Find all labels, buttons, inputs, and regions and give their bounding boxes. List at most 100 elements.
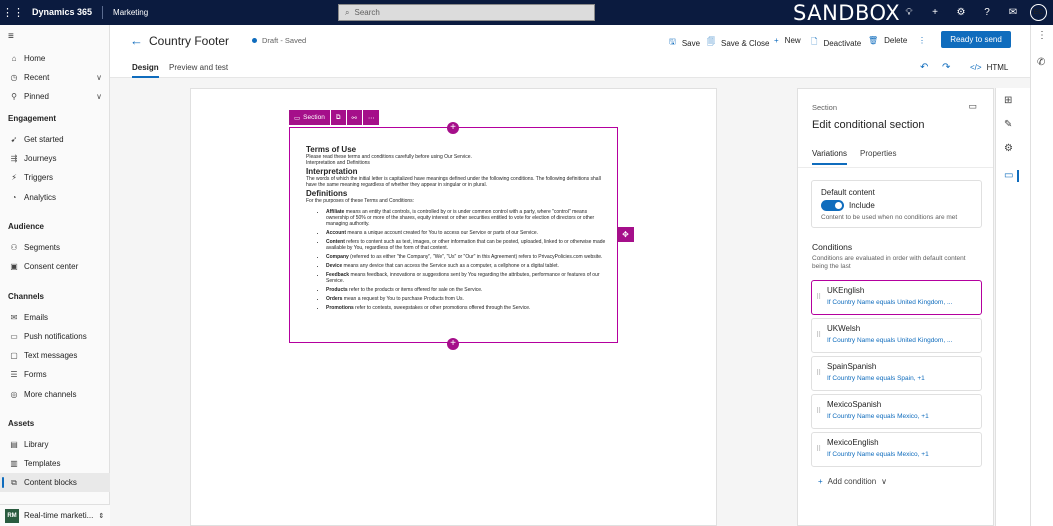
drag-handle-icon[interactable]: ⠿ xyxy=(816,293,821,301)
drag-handle-icon[interactable]: ⠿ xyxy=(816,407,821,415)
gear-icon[interactable]: ⚙ xyxy=(948,7,974,18)
tab-properties[interactable]: Properties xyxy=(860,149,896,158)
sidebar-item-analytics[interactable]: ◔ Analytics xyxy=(0,188,110,207)
paragraph: Interpretation and Definitions xyxy=(306,160,370,166)
sidebar-item-triggers[interactable]: ⚡︎ Triggers xyxy=(0,168,110,187)
condition-item[interactable]: ⠿ MexicoEnglish If Country Name equals Mex… xyxy=(811,432,982,467)
paragraph: For the purposes of these Terms and Cond… xyxy=(306,198,415,204)
new-button[interactable]: + New xyxy=(774,36,801,45)
chevron-updown-icon: ⇕ xyxy=(98,512,105,520)
app-launcher-icon[interactable]: ⋮⋮ xyxy=(0,0,26,25)
sidebar-item-label: Library xyxy=(24,440,49,449)
add-element-icon[interactable]: ⊞ xyxy=(1004,95,1012,106)
properties-panel-icon[interactable]: ▭ xyxy=(1004,170,1013,181)
hamburger-icon[interactable]: ≡ xyxy=(8,31,14,42)
segments-icon: ⚇ xyxy=(10,243,18,252)
condition-rule[interactable]: If Country Name equals Mexico, +1 xyxy=(827,451,981,458)
search-input[interactable]: ⌕ Search xyxy=(338,4,595,21)
delete-button[interactable]: 🗑︎ Delete xyxy=(868,36,907,45)
sidebar-item-text-messages[interactable]: ▢ Text messages xyxy=(0,346,110,365)
phone-icon[interactable]: ✆ xyxy=(1037,57,1045,68)
list-item: Content refers to content such as text, … xyxy=(326,239,606,251)
back-arrow-icon[interactable]: ← xyxy=(130,33,143,48)
sidebar-item-journeys[interactable]: ⇶ Journeys xyxy=(0,149,110,168)
copy-section-button[interactable]: ⧉ xyxy=(330,110,346,125)
lightbulb-icon[interactable]: 💡︎ xyxy=(896,7,922,18)
conditional-icon: ⚯ xyxy=(351,114,357,122)
chevron-down-icon: ∨ xyxy=(96,73,102,82)
help-icon[interactable]: ? xyxy=(974,7,1000,18)
save-close-button[interactable]: 🗐︎ Save & Close xyxy=(707,36,769,50)
tab-preview-and-test[interactable]: Preview and test xyxy=(169,63,228,72)
redo-icon[interactable]: ↷ xyxy=(942,62,950,73)
code-icon: </> xyxy=(970,63,982,72)
tab-variations[interactable]: Variations xyxy=(812,149,847,165)
sidebar-item-segments[interactable]: ⚇ Segments xyxy=(0,238,110,257)
add-condition-button[interactable]: + Add condition ∨ xyxy=(818,477,887,486)
sidebar-item-home[interactable]: ⌂ Home xyxy=(0,49,110,68)
drag-handle-icon[interactable]: ⠿ xyxy=(816,445,821,453)
add-above-icon[interactable]: + xyxy=(447,122,459,134)
sidebar-item-library[interactable]: ▤ Library xyxy=(0,435,110,454)
sidebar-item-push-notifications[interactable]: ▭ Push notifications xyxy=(0,327,110,346)
panel-toggle-icon[interactable]: ▭ xyxy=(968,101,977,112)
plus-icon[interactable]: + xyxy=(922,7,948,18)
condition-item[interactable]: ⠿ UKEnglish If Country Name equals United … xyxy=(811,280,982,315)
condition-name: UKWelsh xyxy=(827,324,861,333)
undo-icon[interactable]: ↶ xyxy=(920,62,928,73)
tab-design[interactable]: Design xyxy=(132,63,159,78)
condition-rule[interactable]: If Country Name equals Mexico, +1 xyxy=(827,413,981,420)
sidebar-item-recent[interactable]: ◷ Recent ∨ xyxy=(0,68,110,87)
condition-rule[interactable]: If Country Name equals United Kingdom, .… xyxy=(827,337,981,344)
add-below-icon[interactable]: + xyxy=(447,338,459,350)
sidebar-item-consent-center[interactable]: ▣ Consent center xyxy=(0,257,110,276)
heading-definitions: Definitions xyxy=(306,189,348,198)
sidebar-item-get-started[interactable]: ➹ Get started xyxy=(0,130,110,149)
sidebar-item-more-channels[interactable]: ◎ More channels xyxy=(0,385,110,404)
more-channels-icon: ◎ xyxy=(10,390,18,399)
more-icon[interactable]: ⋮ xyxy=(1037,30,1047,41)
section-label-button[interactable]: ▭ Section xyxy=(289,110,330,125)
sidebar-item-templates[interactable]: ▥ Templates xyxy=(0,454,110,473)
condition-rule[interactable]: If Country Name equals Spain, +1 xyxy=(827,375,981,382)
push-icon: ▭ xyxy=(10,332,18,341)
add-condition-label: Add condition xyxy=(827,477,877,486)
html-button[interactable]: </> HTML xyxy=(970,63,1008,72)
area-switcher[interactable]: RM Real-time marketi... ⇕ xyxy=(0,504,110,526)
sidebar-item-label: Content blocks xyxy=(24,478,77,487)
settings-icon[interactable]: ⚙ xyxy=(1004,143,1013,154)
list-item: Products refer to the products or items … xyxy=(326,287,606,293)
condition-item[interactable]: ⠿ MexicoSpanish If Country Name equals Mex… xyxy=(811,394,982,429)
condition-rule[interactable]: If Country Name equals United Kingdom, .… xyxy=(827,299,981,306)
include-toggle[interactable]: Include xyxy=(821,200,972,211)
save-close-icon: 🗐︎ xyxy=(707,37,715,46)
sidebar-item-label: Forms xyxy=(24,370,47,379)
drag-handle-icon[interactable]: ⠿ xyxy=(816,331,821,339)
conditional-button[interactable]: ⚯ xyxy=(346,110,362,125)
sidebar-item-emails[interactable]: ✉ Emails xyxy=(0,308,110,327)
definition: means a unique account created for You t… xyxy=(346,230,539,236)
sidebar-item-forms[interactable]: ☰ Forms xyxy=(0,365,110,384)
toggle-switch[interactable] xyxy=(821,200,844,211)
condition-item[interactable]: ⠿ SpainSpanish If Country Name equals Spai… xyxy=(811,356,982,391)
section-label: Section xyxy=(303,114,325,121)
more-options-button[interactable]: ⋯ xyxy=(362,110,380,125)
chat-icon[interactable]: ✉ xyxy=(1000,7,1026,18)
save-close-label: Save & Close xyxy=(721,38,770,48)
avatar[interactable]: EC xyxy=(1030,4,1047,21)
drag-handle-icon[interactable]: ⠿ xyxy=(816,369,821,377)
condition-item[interactable]: ⠿ UKWelsh If Country Name equals United Ki… xyxy=(811,318,982,353)
deactivate-button[interactable]: 🗋︎ Deactivate xyxy=(811,36,861,50)
sidebar-item-content-blocks[interactable]: ⧉ Content blocks xyxy=(0,473,110,492)
brand-name[interactable]: Dynamics 365 xyxy=(26,6,104,19)
sidebar-item-label: Analytics xyxy=(24,193,57,202)
sidebar-item-pinned[interactable]: ⚲ Pinned ∨ xyxy=(0,87,110,106)
move-section-icon[interactable]: ✥ xyxy=(617,227,634,242)
ready-to-send-button[interactable]: Ready to send xyxy=(941,31,1011,48)
heading-terms: Terms of Use xyxy=(306,145,357,154)
save-button[interactable]: 🖫︎ Save xyxy=(669,36,700,50)
more-commands-icon[interactable]: ⋮ xyxy=(918,36,926,45)
personalize-icon[interactable]: ✎ xyxy=(1004,119,1012,130)
definition: means any device that can access the Ser… xyxy=(342,263,559,269)
list-item: Account means a unique account created f… xyxy=(326,230,606,236)
